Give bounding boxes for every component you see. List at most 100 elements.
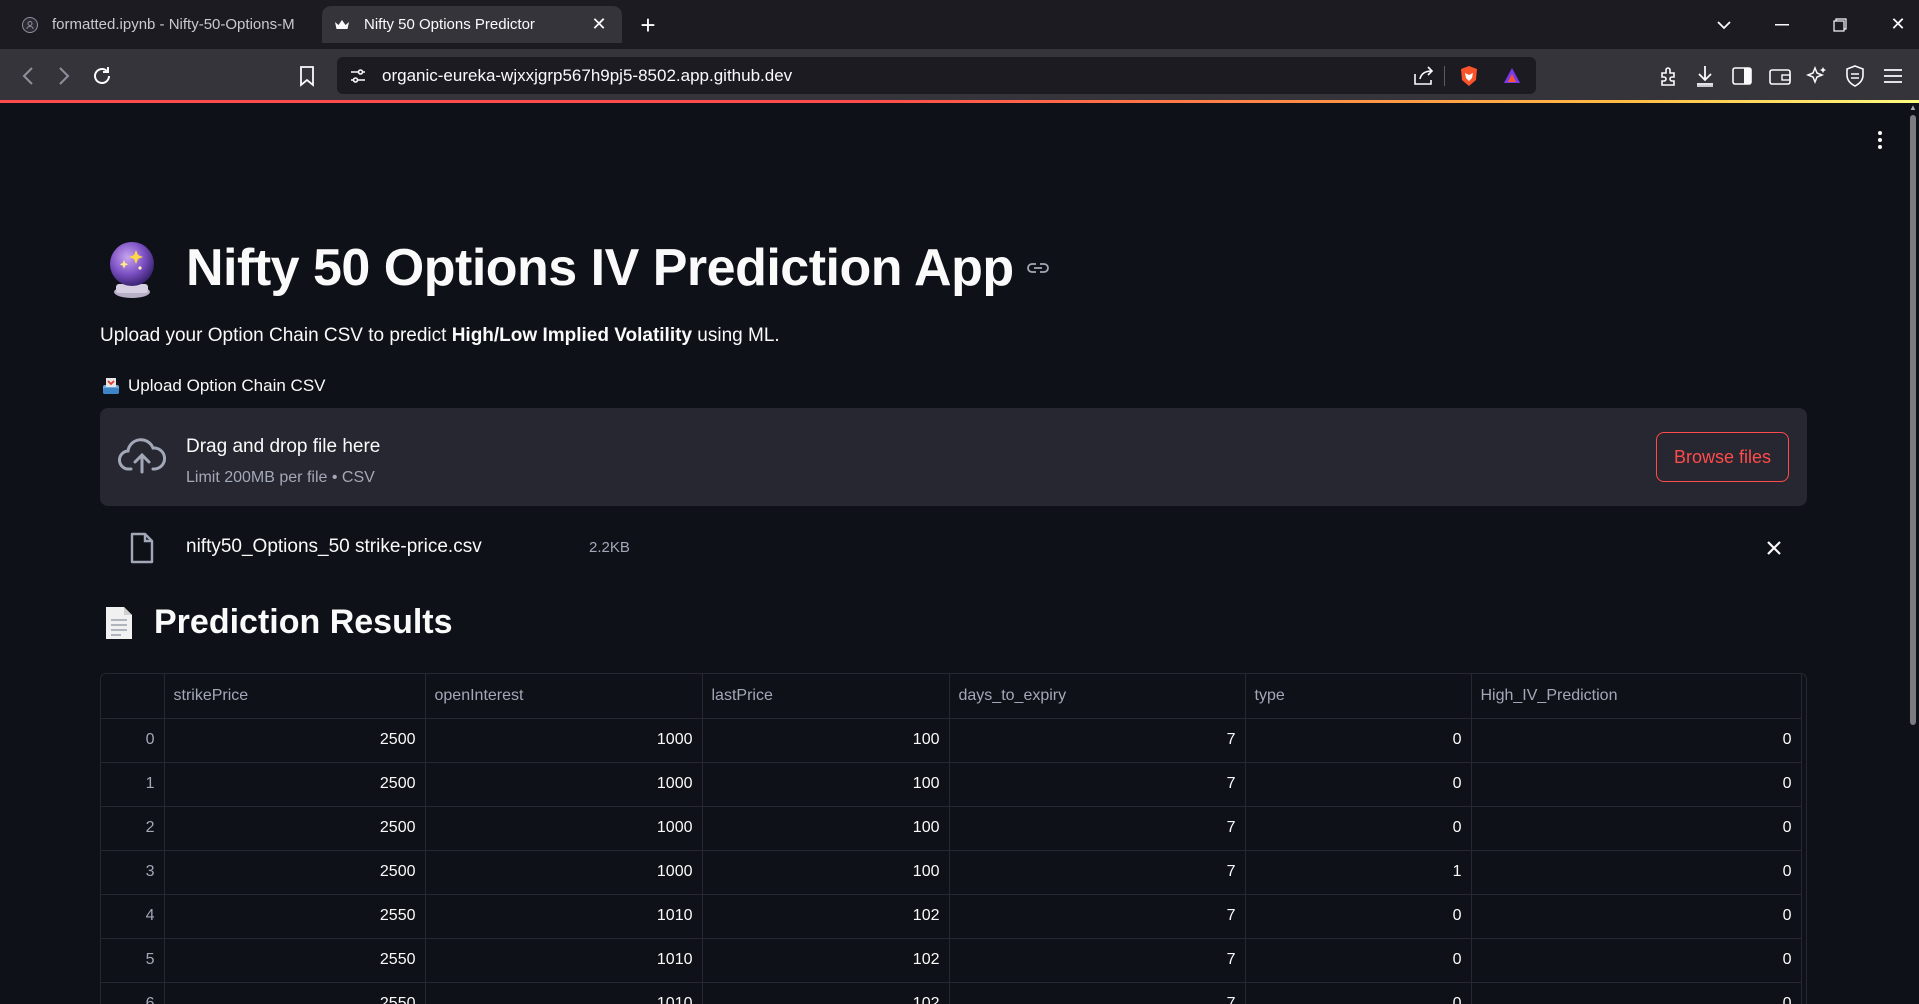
table-row[interactable]: 2 2500 1000 100 7 0 0 — [101, 806, 1802, 851]
wallet-icon[interactable] — [1764, 60, 1796, 92]
table-cell[interactable]: 0 — [1245, 806, 1472, 851]
table-cell[interactable]: 0 — [1245, 718, 1472, 763]
index-header[interactable] — [101, 674, 165, 719]
table-cell[interactable]: 0 — [1471, 894, 1802, 939]
url-text[interactable]: organic-eureka-wjxxjgrp567h9pj5-8502.app… — [382, 66, 792, 86]
leo-ai-icon[interactable] — [1801, 60, 1833, 92]
table-cell[interactable]: 0 — [1245, 938, 1472, 983]
column-header[interactable]: openInterest — [425, 674, 703, 719]
table-cell[interactable]: 0 — [1471, 982, 1802, 1004]
brave-shields-icon[interactable] — [1456, 63, 1482, 89]
table-cell[interactable]: 100 — [702, 718, 950, 763]
file-icon — [130, 532, 154, 564]
column-header[interactable]: High_IV_Prediction — [1471, 674, 1802, 719]
tab-nifty-predictor[interactable]: Nifty 50 Options Predictor ✕ — [322, 6, 622, 43]
table-cell[interactable]: 102 — [702, 938, 950, 983]
menu-hamburger-icon[interactable] — [1877, 60, 1909, 92]
table-cell[interactable]: 0 — [1471, 718, 1802, 763]
table-cell[interactable]: 2550 — [164, 982, 426, 1004]
main-menu-icon[interactable] — [1868, 125, 1892, 155]
table-row[interactable]: 3 2500 1000 100 7 1 0 — [101, 850, 1802, 895]
restore-icon[interactable] — [1811, 0, 1869, 49]
table-cell[interactable]: 1000 — [425, 762, 703, 807]
table-cell[interactable]: 1000 — [425, 718, 703, 763]
sidebar-icon[interactable] — [1726, 60, 1758, 92]
table-cell[interactable]: 7 — [949, 762, 1246, 807]
table-cell[interactable]: 7 — [949, 894, 1246, 939]
row-index-cell[interactable]: 5 — [101, 938, 165, 983]
tab-list-chevron-icon[interactable] — [1695, 0, 1753, 49]
row-index-cell[interactable]: 3 — [101, 850, 165, 895]
row-index-cell[interactable]: 2 — [101, 806, 165, 851]
table-cell[interactable]: 7 — [949, 982, 1246, 1004]
download-icon[interactable] — [1689, 60, 1721, 92]
scrollbar-thumb[interactable] — [1910, 115, 1916, 725]
table-row[interactable]: 4 2550 1010 102 7 0 0 — [101, 894, 1802, 939]
table-cell[interactable]: 0 — [1245, 982, 1472, 1004]
table-cell[interactable]: 7 — [949, 850, 1246, 895]
table-cell[interactable]: 100 — [702, 762, 950, 807]
table-cell[interactable]: 2500 — [164, 806, 426, 851]
table-cell[interactable]: 1010 — [425, 982, 703, 1004]
page-scrollbar[interactable]: ▲ — [1908, 103, 1919, 1004]
column-header[interactable]: type — [1245, 674, 1472, 719]
share-icon[interactable] — [1411, 63, 1437, 89]
row-index-cell[interactable]: 4 — [101, 894, 165, 939]
vpn-shield-icon[interactable] — [1839, 60, 1871, 92]
bookmark-icon[interactable] — [291, 60, 323, 92]
remove-file-icon[interactable] — [1760, 534, 1788, 562]
brave-rewards-icon[interactable] — [1499, 63, 1525, 89]
table-cell[interactable]: 2550 — [164, 894, 426, 939]
browse-files-button[interactable]: Browse files — [1656, 432, 1789, 482]
row-index-cell[interactable]: 0 — [101, 718, 165, 763]
table-cell[interactable]: 2500 — [164, 850, 426, 895]
table-row[interactable]: 6 2550 1010 102 7 0 0 — [101, 982, 1802, 1004]
table-row[interactable]: 5 2550 1010 102 7 0 0 — [101, 938, 1802, 983]
scroll-up-arrow-icon[interactable]: ▲ — [1909, 103, 1917, 112]
row-index-cell[interactable]: 1 — [101, 762, 165, 807]
table-cell[interactable]: 102 — [702, 982, 950, 1004]
cloud-upload-icon — [118, 438, 166, 474]
address-bar[interactable]: organic-eureka-wjxxjgrp567h9pj5-8502.app… — [337, 57, 1536, 94]
column-header[interactable]: lastPrice — [702, 674, 950, 719]
forward-arrow-icon[interactable] — [48, 60, 80, 92]
extensions-icon[interactable] — [1653, 60, 1685, 92]
table-cell[interactable]: 0 — [1245, 894, 1472, 939]
new-tab-button[interactable]: + — [630, 7, 666, 43]
table-cell[interactable]: 100 — [702, 806, 950, 851]
table-cell[interactable]: 2500 — [164, 762, 426, 807]
table-cell[interactable]: 0 — [1471, 762, 1802, 807]
table-cell[interactable]: 0 — [1471, 938, 1802, 983]
table-row[interactable]: 0 2500 1000 100 7 0 0 — [101, 718, 1802, 763]
minimize-icon[interactable] — [1753, 0, 1811, 49]
table-cell[interactable]: 7 — [949, 718, 1246, 763]
uploaded-file-name: nifty50_Options_50 strike-price.csv — [186, 536, 482, 557]
table-cell[interactable]: 0 — [1245, 762, 1472, 807]
table-cell[interactable]: 1000 — [425, 850, 703, 895]
site-settings-icon[interactable] — [345, 63, 371, 89]
table-cell[interactable]: 1 — [1245, 850, 1472, 895]
reload-icon[interactable] — [86, 60, 118, 92]
table-cell[interactable]: 1010 — [425, 938, 703, 983]
row-index-cell[interactable]: 6 — [101, 982, 165, 1004]
table-cell[interactable]: 1010 — [425, 894, 703, 939]
file-dropzone[interactable]: Drag and drop file here Limit 200MB per … — [100, 408, 1807, 506]
back-arrow-icon[interactable] — [12, 60, 44, 92]
link-anchor-icon[interactable] — [1026, 256, 1050, 280]
tab-formatted-notebook[interactable]: formatted.ipynb - Nifty-50-Options-M — [10, 6, 312, 43]
table-cell[interactable]: 0 — [1471, 850, 1802, 895]
table-cell[interactable]: 1000 — [425, 806, 703, 851]
close-window-icon[interactable]: ✕ — [1869, 0, 1919, 49]
table-cell[interactable]: 2550 — [164, 938, 426, 983]
table-cell[interactable]: 7 — [949, 938, 1246, 983]
table-row[interactable]: 1 2500 1000 100 7 0 0 — [101, 762, 1802, 807]
table-cell[interactable]: 0 — [1471, 806, 1802, 851]
table-cell[interactable]: 100 — [702, 850, 950, 895]
table-cell[interactable]: 7 — [949, 806, 1246, 851]
column-header[interactable]: days_to_expiry — [949, 674, 1246, 719]
close-tab-icon[interactable]: ✕ — [588, 14, 610, 36]
table-cell[interactable]: 102 — [702, 894, 950, 939]
column-header[interactable]: strikePrice — [164, 674, 426, 719]
results-dataframe[interactable]: strikePrice openInterest lastPrice days_to_… — [100, 673, 1807, 1004]
table-cell[interactable]: 2500 — [164, 718, 426, 763]
